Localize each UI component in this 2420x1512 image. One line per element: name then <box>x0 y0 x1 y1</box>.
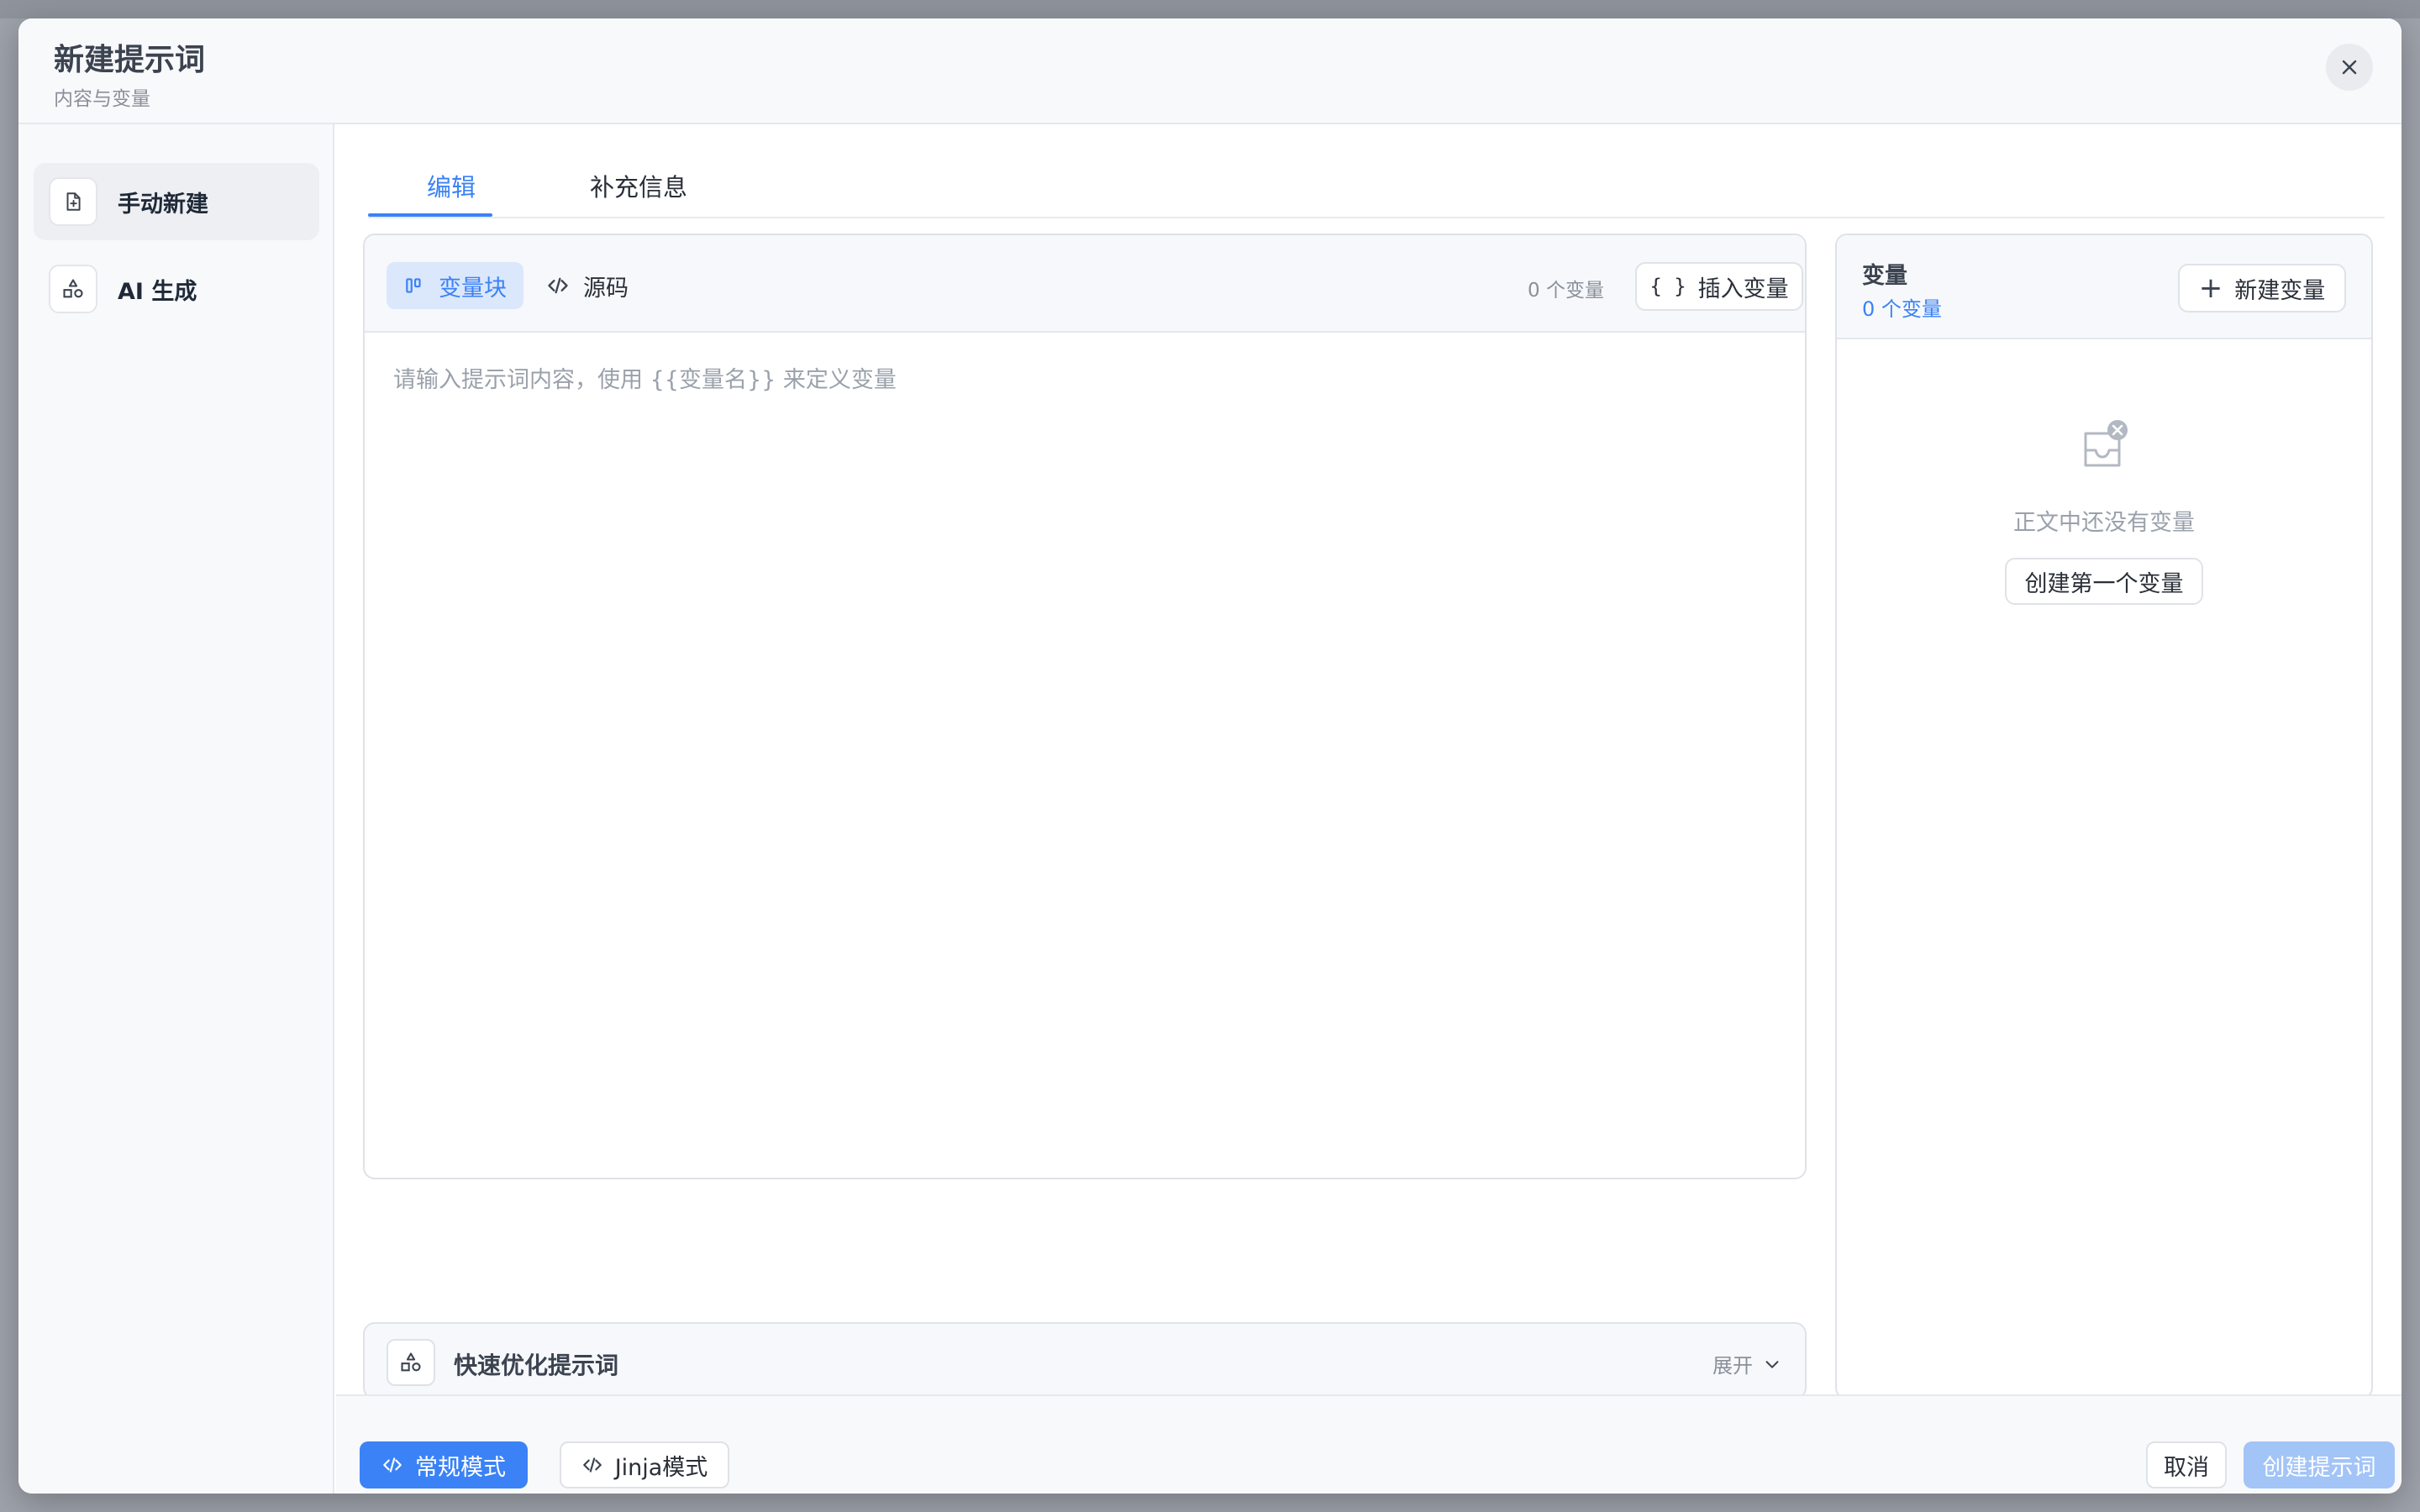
insert-variable-button[interactable]: { } 插入变量 <box>1635 262 1803 311</box>
source-code-mode-label: 源码 <box>583 275 629 302</box>
code-icon <box>383 1457 402 1473</box>
expand-toggle[interactable]: 展开 <box>1712 1349 1781 1378</box>
create-first-variable-button[interactable]: 创建第一个变量 <box>2005 558 2203 605</box>
shapes-icon <box>387 1339 435 1386</box>
jinja-mode-label: Jinja模式 <box>614 1454 708 1481</box>
normal-mode-label: 常规模式 <box>415 1454 506 1481</box>
shapes-icon <box>49 265 97 313</box>
active-tab-indicator <box>368 213 492 217</box>
tab-edit[interactable]: 编辑 <box>427 168 476 203</box>
insert-variable-label: 插入变量 <box>1697 276 1789 302</box>
variable-count: 0 个变量 <box>1528 280 1604 302</box>
dialog-footer: 常规模式 Jinja模式 取消 创建提示词 <box>336 1394 2402 1494</box>
creation-method-sidebar: 手动新建 AI 生成 <box>18 124 334 1494</box>
editor-tabs: 编辑 补充信息 <box>368 144 2385 218</box>
sidebar-item-label: AI 生成 <box>118 278 197 305</box>
source-code-mode-button[interactable]: 源码 <box>529 262 645 309</box>
backdrop <box>0 0 2420 18</box>
normal-mode-button[interactable]: 常规模式 <box>360 1441 528 1488</box>
editor-toolbar: 变量块 源码 0 个变量 { } 插入变量 <box>365 235 1805 333</box>
sidebar-item-ai-generate[interactable]: AI 生成 <box>34 250 319 328</box>
expand-label: 展开 <box>1712 1354 1753 1378</box>
close-icon <box>2342 60 2357 75</box>
prompt-content-input[interactable] <box>393 361 1771 1151</box>
dialog-header: 新建提示词 内容与变量 <box>18 18 2402 124</box>
dialog-subtitle: 内容与变量 <box>54 88 150 110</box>
variables-panel: 变量 0 个变量 + 新建变量 正文中还没有变量 创建第一个变量 <box>1835 234 2373 1399</box>
cancel-button[interactable]: 取消 <box>2146 1441 2227 1488</box>
new-variable-label: 新建变量 <box>2234 277 2326 304</box>
sidebar-item-label: 手动新建 <box>118 191 208 218</box>
sidebar-item-manual[interactable]: 手动新建 <box>34 163 319 240</box>
variables-count: 0 个变量 <box>1862 297 1942 321</box>
close-button[interactable] <box>2326 44 2373 91</box>
variable-block-icon <box>406 278 421 293</box>
plus-icon: + <box>2198 271 2223 305</box>
variables-title: 变量 <box>1862 263 1907 289</box>
quick-optimize-label: 快速优化提示词 <box>454 1352 619 1379</box>
chevron-down-icon <box>1765 1360 1779 1368</box>
variables-panel-header: 变量 0 个变量 + 新建变量 <box>1837 235 2371 339</box>
braces-icon: { } <box>1649 275 1686 298</box>
variable-block-mode-button[interactable]: 变量块 <box>387 262 523 309</box>
file-plus-icon <box>49 177 97 226</box>
dialog-title: 新建提示词 <box>54 43 206 77</box>
create-prompt-dialog: 新建提示词 内容与变量 手动新建 AI 生成 编辑 补充信息 变量块 源码 0 … <box>18 18 2402 1494</box>
create-prompt-button[interactable]: 创建提示词 <box>2244 1441 2395 1488</box>
empty-inbox-icon <box>2084 420 2128 467</box>
prompt-editor: 变量块 源码 0 个变量 { } 插入变量 <box>363 234 1807 1179</box>
jinja-mode-button[interactable]: Jinja模式 <box>560 1441 729 1488</box>
tab-supplementary-info[interactable]: 补充信息 <box>590 168 687 203</box>
empty-state-text: 正文中还没有变量 <box>2013 510 2195 536</box>
new-variable-button[interactable]: + 新建变量 <box>2178 264 2346 312</box>
quick-optimize-panel[interactable]: 快速优化提示词 展开 <box>363 1322 1807 1399</box>
code-icon <box>548 277 568 294</box>
code-icon <box>582 1457 602 1473</box>
variable-block-mode-label: 变量块 <box>439 275 507 302</box>
